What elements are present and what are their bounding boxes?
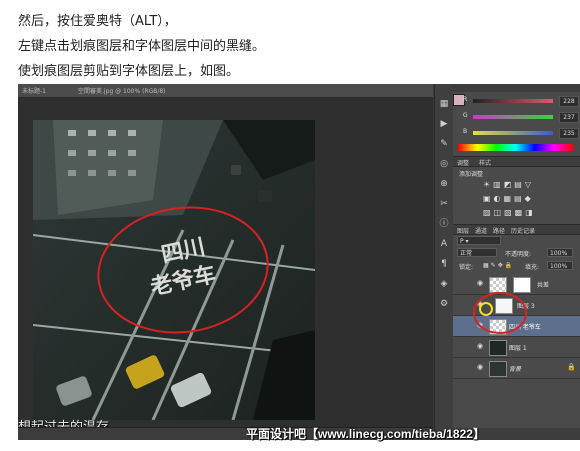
tab-layers[interactable]: 图层: [457, 226, 469, 235]
character-icon[interactable]: A: [438, 238, 450, 250]
canvas-area[interactable]: 四川 老爷车 想起过去的温存: [18, 98, 433, 435]
gear-icon[interactable]: ⚙: [438, 298, 450, 310]
adjustment-icons-row1[interactable]: ☀▥◩▤▽: [483, 180, 534, 189]
r-slider[interactable]: [473, 99, 553, 103]
blend-mode-select[interactable]: 正常: [457, 248, 497, 257]
instruction-line-1: 然后，按住爱奥特（ALT），: [18, 14, 177, 29]
tab-channels[interactable]: 通道: [475, 226, 487, 235]
lock-icons[interactable]: ▦✎✥🔒: [483, 262, 514, 269]
kind-filter[interactable]: P ▾: [457, 236, 501, 245]
fill-input[interactable]: 100%: [547, 261, 573, 270]
file-tab[interactable]: 空間審美.jpg @ 100% (RGB/8): [78, 86, 166, 95]
lock-icon: 🔒: [567, 363, 576, 371]
layer-row[interactable]: ◉ 背景 🔒: [453, 358, 580, 379]
history-icon[interactable]: ▦: [438, 98, 450, 110]
navigator-icon[interactable]: ◎: [438, 158, 450, 170]
layers-tabbar: 图层 通道 路径 历史记录: [453, 224, 580, 235]
fill-label: 填充:: [525, 264, 540, 271]
paragraph-icon[interactable]: ¶: [438, 258, 450, 270]
layer-name: 图层 1: [509, 345, 527, 352]
red-annotation-circle-layers: [473, 292, 527, 334]
photoshop-screenshot: 未标题-1 空間審美.jpg @ 100% (RGB/8) 四川 老爷车 ▦ ▶…: [18, 84, 580, 440]
layer-thumbnail: [489, 361, 507, 377]
color-spectrum[interactable]: [458, 144, 573, 151]
color-row-g[interactable]: G 237: [463, 112, 579, 123]
layer-name: 共差: [537, 282, 550, 289]
b-slider[interactable]: [473, 131, 553, 135]
clone-source-icon[interactable]: ⊕: [438, 178, 450, 190]
instruction-line-2: 左键点击划痕图层和字体图层中间的黑缝。: [18, 39, 266, 54]
actions-icon[interactable]: ▶: [438, 118, 450, 130]
layer-row[interactable]: ◉ 图层 1: [453, 337, 580, 358]
watermark: 平面设计吧【www.linecg.com/tieba/1822】: [246, 427, 485, 441]
r-value[interactable]: 228: [559, 96, 579, 107]
eye-icon[interactable]: ◉: [477, 343, 485, 350]
3d-icon[interactable]: ◈: [438, 278, 450, 290]
b-value[interactable]: 235: [559, 128, 579, 139]
opacity-label: 不透明度:: [505, 251, 532, 258]
tab-styles[interactable]: 样式: [479, 158, 491, 167]
g-value[interactable]: 237: [559, 112, 579, 123]
adjustments-tabbar: 调整 样式: [453, 156, 580, 167]
eye-icon[interactable]: ◉: [477, 280, 485, 287]
tab-adjustments[interactable]: 调整: [457, 158, 469, 167]
tool-presets-icon[interactable]: ✂: [438, 198, 450, 210]
g-slider[interactable]: [473, 115, 553, 119]
layer-name: 背景: [509, 366, 522, 373]
layer-thumbnail: [489, 340, 507, 356]
document-tabbar: 未标题-1 空間審美.jpg @ 100% (RGB/8): [18, 84, 433, 98]
info-icon[interactable]: ⓘ: [438, 218, 450, 230]
tab-paths[interactable]: 路径: [493, 226, 505, 235]
instruction-line-3: 使划痕图层剪贴到字体图层上，如图。: [18, 64, 240, 79]
collapsed-panel-strip: ▦ ▶ ✎ ◎ ⊕ ✂ ⓘ A ¶ ◈ ⚙: [434, 84, 453, 440]
adjustment-icons-row3[interactable]: ▨◫▧▩◨: [483, 208, 536, 217]
document-tab[interactable]: 未标题-1: [22, 86, 46, 95]
color-row-r[interactable]: R 228: [463, 96, 579, 107]
eye-icon[interactable]: ◉: [477, 364, 485, 371]
right-panel: R 228 G 237 B 235 调整 样式 添加调整 ☀▥◩▤▽ ▣◐▦▤◆…: [453, 84, 580, 440]
brush-icon[interactable]: ✎: [438, 138, 450, 150]
street-photo: 四川 老爷车: [33, 120, 315, 420]
adjustment-icons-row2[interactable]: ▣◐▦▤◆: [483, 194, 534, 203]
lock-label: 锁定:: [459, 264, 474, 271]
tab-history[interactable]: 历史记录: [511, 226, 535, 235]
opacity-input[interactable]: 100%: [547, 248, 573, 257]
adjustments-title: 添加调整: [459, 171, 484, 178]
color-row-b[interactable]: B 235: [463, 128, 579, 139]
